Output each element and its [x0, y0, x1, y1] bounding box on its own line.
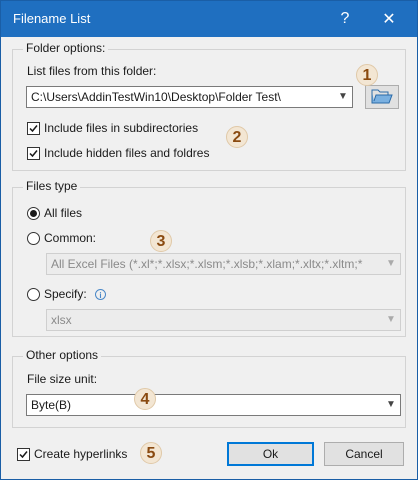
- annotation-badge-4: 4: [134, 388, 156, 410]
- folder-options-label: Folder options:: [23, 41, 109, 55]
- all-files-label[interactable]: All files: [44, 206, 82, 220]
- include-hidden-label[interactable]: Include hidden files and foldres: [44, 146, 209, 160]
- chevron-down-icon[interactable]: ▼: [384, 310, 398, 330]
- include-subdirectories-label[interactable]: Include files in subdirectories: [44, 121, 198, 135]
- other-options-group: [12, 356, 406, 428]
- title-bar: Filename List ? ✕: [1, 1, 417, 37]
- annotation-badge-5: 5: [140, 442, 162, 464]
- create-hyperlinks-checkbox[interactable]: [17, 448, 30, 461]
- file-size-unit-label: File size unit:: [27, 372, 98, 386]
- common-types-combo[interactable]: All Excel Files (*.xl*;*.xlsx;*.xlsm;*.x…: [46, 253, 401, 275]
- close-button[interactable]: ✕: [369, 1, 409, 37]
- folder-path-combo[interactable]: C:\Users\AddinTestWin10\Desktop\Folder T…: [26, 86, 353, 108]
- common-types-value: All Excel Files (*.xl*;*.xlsx;*.xlsm;*.x…: [51, 257, 363, 271]
- chevron-down-icon[interactable]: ▼: [384, 254, 398, 274]
- annotation-badge-2: 2: [226, 126, 248, 148]
- include-hidden-checkbox[interactable]: [27, 147, 40, 160]
- files-type-label: Files type: [23, 179, 81, 193]
- filename-list-dialog: Filename List ? ✕ Folder options: List f…: [0, 0, 418, 480]
- create-hyperlinks-label[interactable]: Create hyperlinks: [34, 447, 127, 461]
- browse-folder-button[interactable]: [365, 85, 399, 109]
- annotation-badge-1: 1: [356, 64, 378, 86]
- all-files-radio[interactable]: [27, 207, 40, 220]
- help-button[interactable]: ?: [325, 1, 365, 37]
- specify-types-value: xlsx: [51, 313, 72, 327]
- specify-radio[interactable]: [27, 288, 40, 301]
- ok-button[interactable]: Ok: [227, 442, 314, 466]
- checkmark-icon: [29, 150, 38, 158]
- info-icon[interactable]: i: [95, 289, 106, 300]
- other-options-label: Other options: [23, 348, 102, 362]
- file-size-unit-combo[interactable]: Byte(B) ▼: [26, 394, 401, 416]
- checkmark-icon: [19, 451, 28, 459]
- chevron-down-icon[interactable]: ▼: [336, 87, 350, 107]
- folder-icon: [371, 89, 393, 104]
- common-label[interactable]: Common:: [44, 231, 96, 245]
- specify-types-combo[interactable]: xlsx ▼: [46, 309, 401, 331]
- checkmark-icon: [29, 125, 38, 133]
- cancel-button[interactable]: Cancel: [324, 442, 404, 466]
- file-size-unit-value: Byte(B): [31, 398, 72, 412]
- common-radio[interactable]: [27, 232, 40, 245]
- specify-label[interactable]: Specify:: [44, 287, 87, 301]
- window-title: Filename List: [13, 11, 91, 26]
- list-files-label: List files from this folder:: [27, 64, 157, 78]
- chevron-down-icon[interactable]: ▼: [384, 395, 398, 415]
- include-subdirectories-checkbox[interactable]: [27, 122, 40, 135]
- folder-path-value: C:\Users\AddinTestWin10\Desktop\Folder T…: [31, 90, 281, 104]
- annotation-badge-3: 3: [150, 230, 172, 252]
